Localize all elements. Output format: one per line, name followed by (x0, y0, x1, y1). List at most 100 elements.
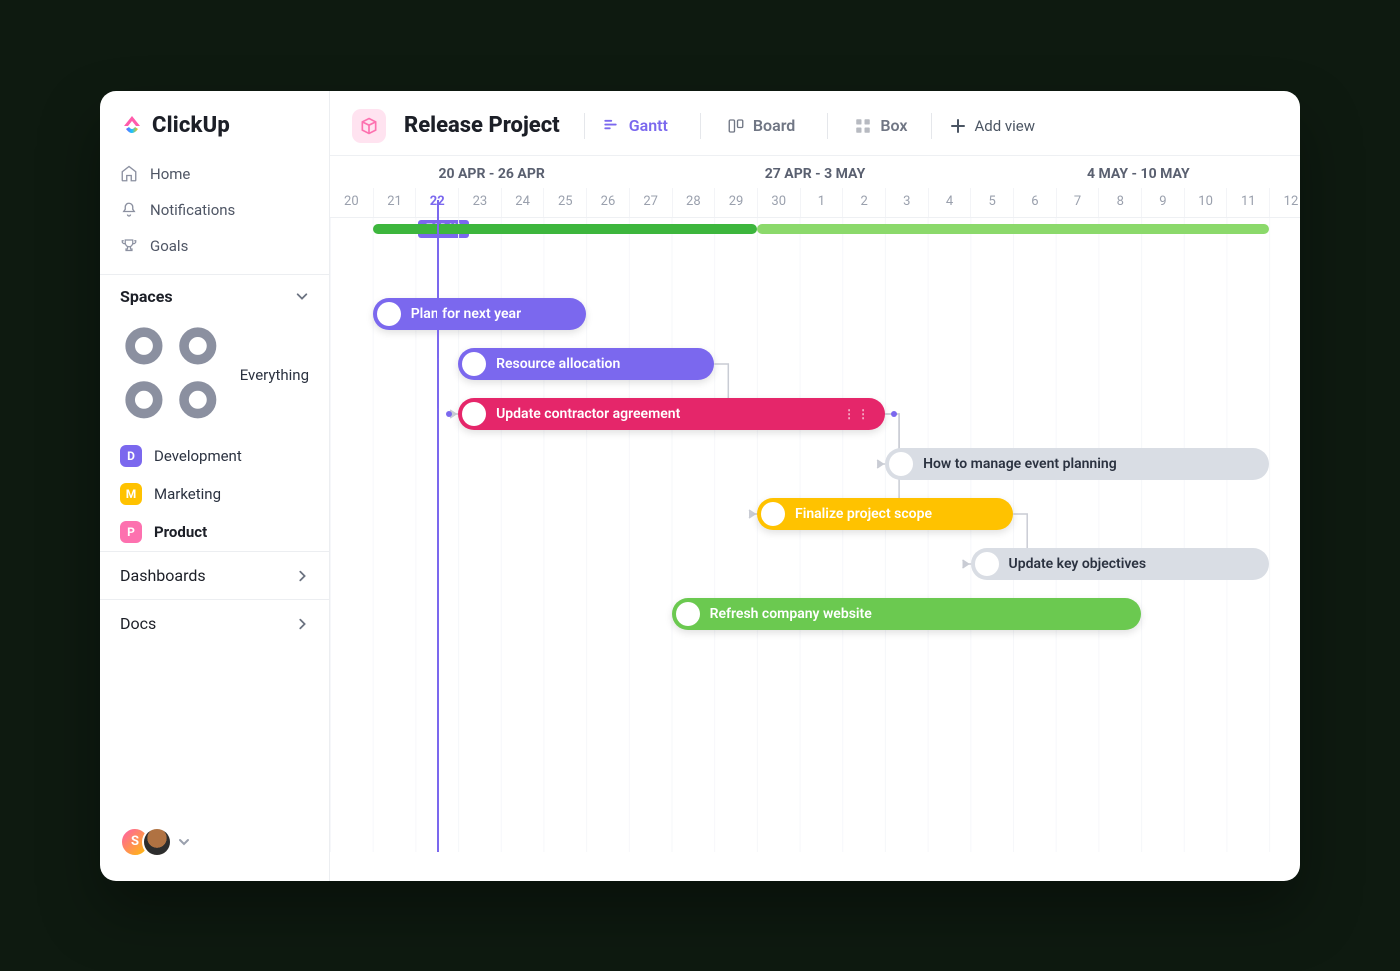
sidebar-item-product[interactable]: P Product (100, 513, 329, 551)
timeline-days-row: 2021222324252627282930123456789101112TOD… (330, 188, 1300, 218)
avatar-photo[interactable] (142, 827, 172, 857)
summary-bar (757, 224, 1269, 234)
day-cell: 23 (458, 188, 501, 217)
assignee-avatar (889, 452, 913, 476)
sidebar-item-dashboards[interactable]: Dashboards (100, 551, 329, 599)
sidebar-footer: S (100, 817, 329, 867)
today-line (437, 200, 439, 852)
nav-label: Home (150, 165, 190, 183)
assignee-avatar (975, 552, 999, 576)
space-badge: D (120, 445, 142, 467)
task-label: Update key objectives (1009, 556, 1147, 572)
nav-item-home[interactable]: Home (100, 156, 329, 192)
task-label: Plan for next year (411, 306, 521, 322)
brand: ClickUp (100, 113, 329, 156)
sidebar-item-development[interactable]: D Development (100, 437, 329, 475)
plus-icon (950, 118, 966, 134)
day-cell: 7 (1056, 188, 1099, 217)
day-cell: 1 (800, 188, 843, 217)
sidebar-item-everything[interactable]: Everything (100, 314, 329, 438)
space-label: Development (154, 447, 242, 465)
assignee-avatar (462, 352, 486, 376)
space-label: Product (154, 523, 207, 541)
task-bar[interactable]: Resource allocation (458, 348, 714, 380)
day-cell: 10 (1184, 188, 1227, 217)
day-cell: 3 (885, 188, 928, 217)
day-cell: 12 (1269, 188, 1300, 217)
day-cell: 4 (928, 188, 971, 217)
assignee-avatar (676, 602, 700, 626)
task-label: Finalize project scope (795, 506, 932, 522)
sidebar-item-marketing[interactable]: M Marketing (100, 475, 329, 513)
sidebar: ClickUp Home Notifications Goals Spaces … (100, 91, 330, 881)
main: Release Project Gantt Board Box Add view… (330, 91, 1300, 881)
space-label: Marketing (154, 485, 221, 503)
tab-box[interactable]: Box (854, 116, 907, 135)
tab-gantt[interactable]: Gantt (603, 116, 668, 135)
toolbar: Release Project Gantt Board Box Add view (330, 91, 1300, 155)
chevron-down-icon[interactable] (178, 836, 190, 848)
day-cell: 25 (543, 188, 586, 217)
project-icon (352, 109, 386, 143)
avatar-stack[interactable]: S (120, 827, 172, 857)
task-label: Resource allocation (496, 356, 620, 372)
task-bar[interactable]: Update contractor agreement ⋮⋮ (458, 398, 885, 430)
day-cell: 20 (330, 188, 373, 217)
add-view-label: Add view (974, 117, 1035, 135)
task-bar[interactable]: Refresh company website (672, 598, 1142, 630)
day-cell: 2 (842, 188, 885, 217)
chevron-right-icon (295, 569, 309, 583)
task-bar[interactable]: Finalize project scope (757, 498, 1013, 530)
day-cell: 11 (1226, 188, 1269, 217)
task-label: Update contractor agreement (496, 406, 680, 422)
range-label: 27 APR - 3 MAY (653, 166, 976, 182)
gantt-icon (603, 117, 621, 135)
tab-board[interactable]: Board (727, 116, 795, 135)
nav-label: Notifications (150, 201, 235, 219)
spaces-header-label: Spaces (120, 287, 173, 306)
task-bar[interactable]: Plan for next year (373, 298, 587, 330)
board-icon (727, 117, 745, 135)
add-view-button[interactable]: Add view (950, 117, 1035, 135)
dependency-dot[interactable] (891, 411, 897, 417)
dependency-dot[interactable] (446, 411, 452, 417)
spaces-header[interactable]: Spaces (100, 274, 329, 314)
day-cell: 30 (757, 188, 800, 217)
nav-item-notifications[interactable]: Notifications (100, 192, 329, 228)
divider (931, 113, 932, 139)
task-bar[interactable]: Update key objectives (971, 548, 1270, 580)
drag-handle-icon[interactable]: ⋮⋮ (843, 407, 871, 421)
divider (584, 113, 585, 139)
timeline: 20 APR - 26 APR27 APR - 3 MAY4 MAY - 10 … (330, 155, 1300, 881)
range-label: 4 MAY - 10 MAY (977, 166, 1300, 182)
day-cell: 21 (373, 188, 416, 217)
trophy-icon (120, 237, 138, 255)
day-cell: 6 (1013, 188, 1056, 217)
box-icon (854, 117, 872, 135)
day-cell: 8 (1098, 188, 1141, 217)
day-cell: 24 (501, 188, 544, 217)
cube-icon (359, 116, 379, 136)
space-badge: P (120, 521, 142, 543)
nav-item-goals[interactable]: Goals (100, 228, 329, 264)
everything-icon (120, 322, 228, 430)
avatar-initial-text: S (131, 834, 139, 849)
day-cell: 29 (714, 188, 757, 217)
chevron-down-icon (295, 289, 309, 303)
tab-label: Board (753, 116, 795, 135)
row-label: Dashboards (120, 566, 206, 585)
day-cell: 9 (1141, 188, 1184, 217)
home-icon (120, 165, 138, 183)
everything-label: Everything (240, 366, 309, 384)
nav-label: Goals (150, 237, 188, 255)
app-window: ClickUp Home Notifications Goals Spaces … (100, 91, 1300, 881)
assignee-avatar (462, 402, 486, 426)
gantt-area[interactable]: Plan for next year Resource allocation U… (330, 218, 1300, 852)
assignee-avatar (761, 502, 785, 526)
task-bar[interactable]: How to manage event planning (885, 448, 1269, 480)
brand-name: ClickUp (152, 113, 230, 138)
sidebar-item-docs[interactable]: Docs (100, 599, 329, 647)
divider (827, 113, 828, 139)
range-label: 20 APR - 26 APR (330, 166, 653, 182)
task-label: How to manage event planning (923, 456, 1117, 472)
